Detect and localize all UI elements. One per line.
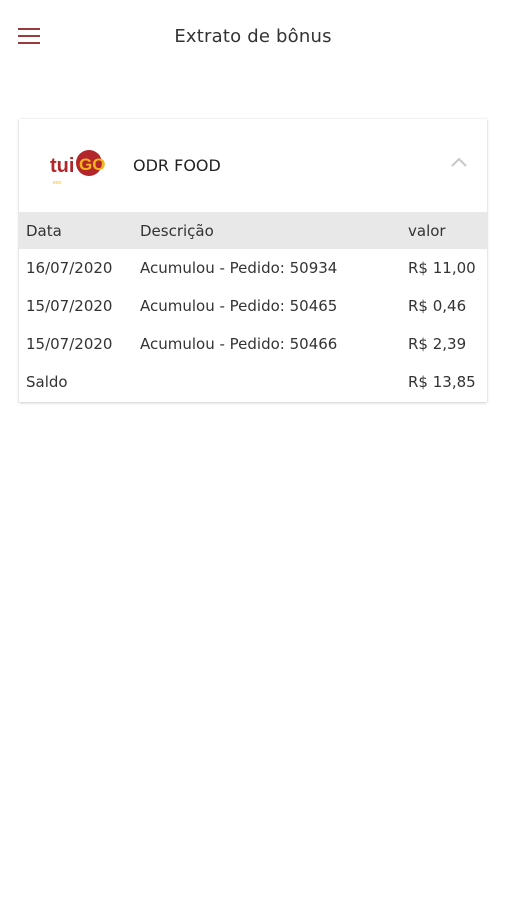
row-date: 15/07/2020 bbox=[26, 335, 113, 353]
row-value: R$ 0,46 bbox=[408, 297, 467, 315]
balance-spacer bbox=[140, 363, 408, 401]
table-row: 15/07/2020 Acumulou - Pedido: 50466 R$ 2… bbox=[19, 325, 487, 363]
balance-label: Saldo bbox=[26, 373, 68, 391]
store-bonus-card: tui GO eco ODR FOOD Data Descrição valor… bbox=[19, 119, 487, 402]
column-header-date: Data bbox=[26, 221, 62, 240]
table-row: 16/07/2020 Acumulou - Pedido: 50934 R$ 1… bbox=[19, 249, 487, 287]
store-logo: tui GO eco bbox=[50, 150, 105, 186]
svg-text:eco: eco bbox=[53, 180, 61, 186]
app-bar: Extrato de bônus bbox=[0, 0, 506, 72]
store-name: ODR FOOD bbox=[133, 156, 221, 175]
row-date: 16/07/2020 bbox=[26, 259, 113, 277]
bonus-statement-table: Data Descrição valor 16/07/2020 Acumulou… bbox=[19, 212, 487, 401]
row-description: Acumulou - Pedido: 50466 bbox=[140, 335, 338, 353]
row-description: Acumulou - Pedido: 50465 bbox=[140, 297, 338, 315]
table-header-row: Data Descrição valor bbox=[19, 212, 487, 249]
column-header-description: Descrição bbox=[140, 221, 214, 240]
row-value: R$ 11,00 bbox=[408, 259, 476, 277]
svg-text:tui: tui bbox=[50, 155, 74, 177]
page-title: Extrato de bônus bbox=[174, 26, 332, 47]
row-description: Acumulou - Pedido: 50934 bbox=[140, 259, 338, 277]
svg-text:GO: GO bbox=[79, 155, 105, 174]
balance-row: Saldo R$ 13,85 bbox=[19, 363, 487, 401]
row-date: 15/07/2020 bbox=[26, 297, 113, 315]
balance-value: R$ 13,85 bbox=[408, 373, 476, 391]
row-value: R$ 2,39 bbox=[408, 335, 467, 353]
column-header-value: valor bbox=[408, 221, 446, 240]
table-row: 15/07/2020 Acumulou - Pedido: 50465 R$ 0… bbox=[19, 287, 487, 325]
store-card-header[interactable]: tui GO eco ODR FOOD bbox=[19, 119, 487, 212]
chevron-up-icon[interactable] bbox=[451, 157, 467, 167]
